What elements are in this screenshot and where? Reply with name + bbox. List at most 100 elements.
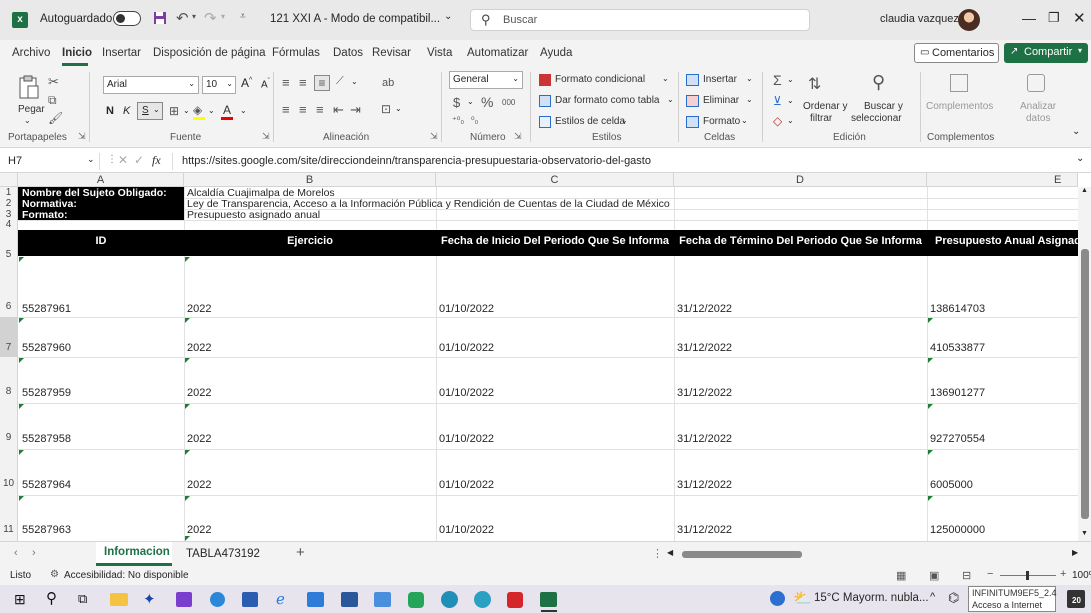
conditional-format-icon[interactable]	[539, 74, 551, 86]
sheet-tab-informacion[interactable]: Informacion	[96, 542, 172, 566]
store-icon[interactable]	[242, 592, 258, 607]
edge-beta-icon[interactable]	[474, 591, 491, 608]
format-chevron-icon[interactable]: ⌄	[741, 116, 748, 125]
accessibility-icon[interactable]: ⚙	[50, 569, 59, 580]
column-header-c[interactable]: C	[436, 173, 674, 187]
column-header-d[interactable]: D	[674, 173, 927, 187]
weather-icon[interactable]: ⛅	[793, 589, 812, 607]
sort-filter-icon[interactable]: ⇅	[808, 74, 821, 94]
cell-id[interactable]: 55287958	[22, 433, 71, 445]
ie-icon[interactable]: ℯ	[276, 590, 285, 608]
taskbar-search-icon[interactable]: ⚲	[46, 589, 57, 607]
cell-start[interactable]: 01/10/2022	[439, 479, 494, 491]
close-icon[interactable]: ✕	[1073, 9, 1086, 27]
cell-year[interactable]: 2022	[187, 524, 211, 536]
format-table-label[interactable]: Dar formato como tabla	[555, 95, 660, 106]
formula-options-icon[interactable]: ⋮	[107, 154, 117, 165]
select-all-corner[interactable]	[0, 173, 18, 187]
weather-text[interactable]: 15°C Mayorm. nubla...	[814, 592, 929, 604]
confirm-entry-icon[interactable]: ✓	[134, 153, 144, 167]
windows-start-icon[interactable]: ⊞	[14, 591, 26, 608]
cut-icon[interactable]: ✂	[48, 74, 59, 90]
cell-start[interactable]: 01/10/2022	[439, 303, 494, 315]
cell-year[interactable]: 2022	[187, 433, 211, 445]
format-table-chevron-icon[interactable]: ⌄	[667, 95, 674, 104]
find-select-icon[interactable]: ⚲	[872, 72, 885, 93]
header-cell-inicio[interactable]: Fecha de Inicio Del Periodo Que Se Infor…	[436, 235, 674, 247]
prev-sheet-icon[interactable]: ‹	[14, 547, 18, 559]
minimize-icon[interactable]: —	[1022, 10, 1036, 26]
cell-id[interactable]: 55287964	[22, 479, 71, 491]
copy-icon[interactable]: ⧉	[48, 93, 57, 108]
align-center-icon[interactable]: ≡	[299, 102, 307, 117]
cancel-entry-icon[interactable]: ✕	[118, 153, 128, 167]
decrease-indent-icon[interactable]: ⇤	[333, 102, 344, 118]
cell-styles-chevron-icon[interactable]: ⌄	[621, 116, 628, 125]
name-box[interactable]: H7 ⌄	[4, 153, 100, 170]
currency-chevron-icon[interactable]: ⌄	[467, 97, 474, 106]
search-box[interactable]: ⚲ Buscar	[470, 9, 810, 31]
comments-button[interactable]: ▭ Comentarios	[914, 43, 999, 63]
meta-value[interactable]: Presupuesto asignado anual	[187, 209, 320, 221]
align-left-icon[interactable]: ≡	[282, 102, 290, 117]
spreadsheet-grid[interactable]: A B C D E 1 2 3 4 5 6 7 8 9 10 11 Nombre…	[0, 173, 1091, 541]
find-label-1[interactable]: Buscar y	[864, 101, 903, 112]
undo-dropdown-icon[interactable]: ▾	[192, 12, 196, 21]
undo-icon[interactable]: ↶	[176, 9, 189, 27]
teams-icon[interactable]	[176, 592, 192, 607]
zoom-level[interactable]: 100%	[1072, 570, 1091, 581]
conditional-format-chevron-icon[interactable]: ⌄	[662, 74, 669, 83]
clipboard-launcher-icon[interactable]: ⇲	[78, 131, 86, 142]
cell-start[interactable]: 01/10/2022	[439, 387, 494, 399]
notification-button[interactable]: 20	[1067, 590, 1085, 608]
find-label-2[interactable]: seleccionar	[851, 113, 902, 124]
help-icon[interactable]	[770, 591, 785, 606]
share-button[interactable]: ↗ Compartir ▾	[1004, 43, 1088, 63]
user-name[interactable]: claudia vazquez	[880, 13, 959, 25]
paste-chevron-icon[interactable]: ⌄	[24, 116, 31, 125]
file-explorer-icon[interactable]	[110, 593, 128, 606]
vertical-scroll-thumb[interactable]	[1081, 249, 1089, 519]
network-icon[interactable]: ⌬	[948, 590, 959, 606]
app-icon[interactable]	[210, 592, 225, 607]
acrobat-icon[interactable]	[507, 592, 523, 608]
orientation-icon[interactable]: ⟋	[336, 75, 344, 88]
photos-icon[interactable]	[307, 592, 324, 607]
autosum-chevron-icon[interactable]: ⌄	[787, 75, 794, 84]
sort-label-2[interactable]: filtrar	[810, 113, 832, 124]
sheet-options-icon[interactable]: ⋮	[652, 547, 663, 560]
cell-amount[interactable]: 125000000	[930, 524, 985, 536]
menu-vista[interactable]: Vista	[427, 47, 452, 59]
font-name-select[interactable]: Arial ⌄	[103, 76, 199, 94]
wrap-text-icon[interactable]: ab	[382, 77, 394, 89]
menu-archivo[interactable]: Archivo	[12, 47, 50, 59]
cell-start[interactable]: 01/10/2022	[439, 524, 494, 536]
bold-button[interactable]: N	[106, 105, 114, 117]
number-launcher-icon[interactable]: ⇲	[514, 131, 522, 142]
row-header[interactable]: 10	[0, 449, 18, 495]
paste-label[interactable]: Pegar	[18, 104, 45, 115]
menu-datos[interactable]: Datos	[333, 47, 363, 59]
conditional-format-label[interactable]: Formato condicional	[555, 74, 645, 85]
format-painter-icon[interactable]: 🖌	[48, 111, 63, 125]
dropbox-icon[interactable]: ✦	[143, 590, 156, 608]
zoom-out-icon[interactable]: −	[987, 568, 993, 580]
cell-end[interactable]: 31/12/2022	[677, 479, 732, 491]
save-icon[interactable]	[153, 11, 167, 25]
scroll-down-icon[interactable]: ▼	[1081, 530, 1088, 537]
menu-automatizar[interactable]: Automatizar	[467, 47, 528, 59]
cell-amount[interactable]: 136901277	[930, 387, 985, 399]
cell-end[interactable]: 31/12/2022	[677, 524, 732, 536]
add-sheet-icon[interactable]: +	[296, 544, 305, 561]
menu-formulas[interactable]: Fórmulas	[272, 47, 320, 59]
normal-view-icon[interactable]: ▦	[896, 569, 906, 582]
cell-year[interactable]: 2022	[187, 342, 211, 354]
column-header-b[interactable]: B	[184, 173, 436, 187]
increase-decimal-icon[interactable]: ⁺⁰₀	[452, 115, 464, 126]
number-format-select[interactable]: General ⌄	[449, 71, 523, 89]
fill-chevron-icon[interactable]: ⌄	[208, 106, 215, 115]
delete-cells-icon[interactable]	[686, 95, 699, 107]
borders-chevron-icon[interactable]: ⌄	[183, 106, 190, 115]
align-top-icon[interactable]: ≡	[282, 75, 290, 90]
paste-icon[interactable]	[17, 74, 41, 100]
